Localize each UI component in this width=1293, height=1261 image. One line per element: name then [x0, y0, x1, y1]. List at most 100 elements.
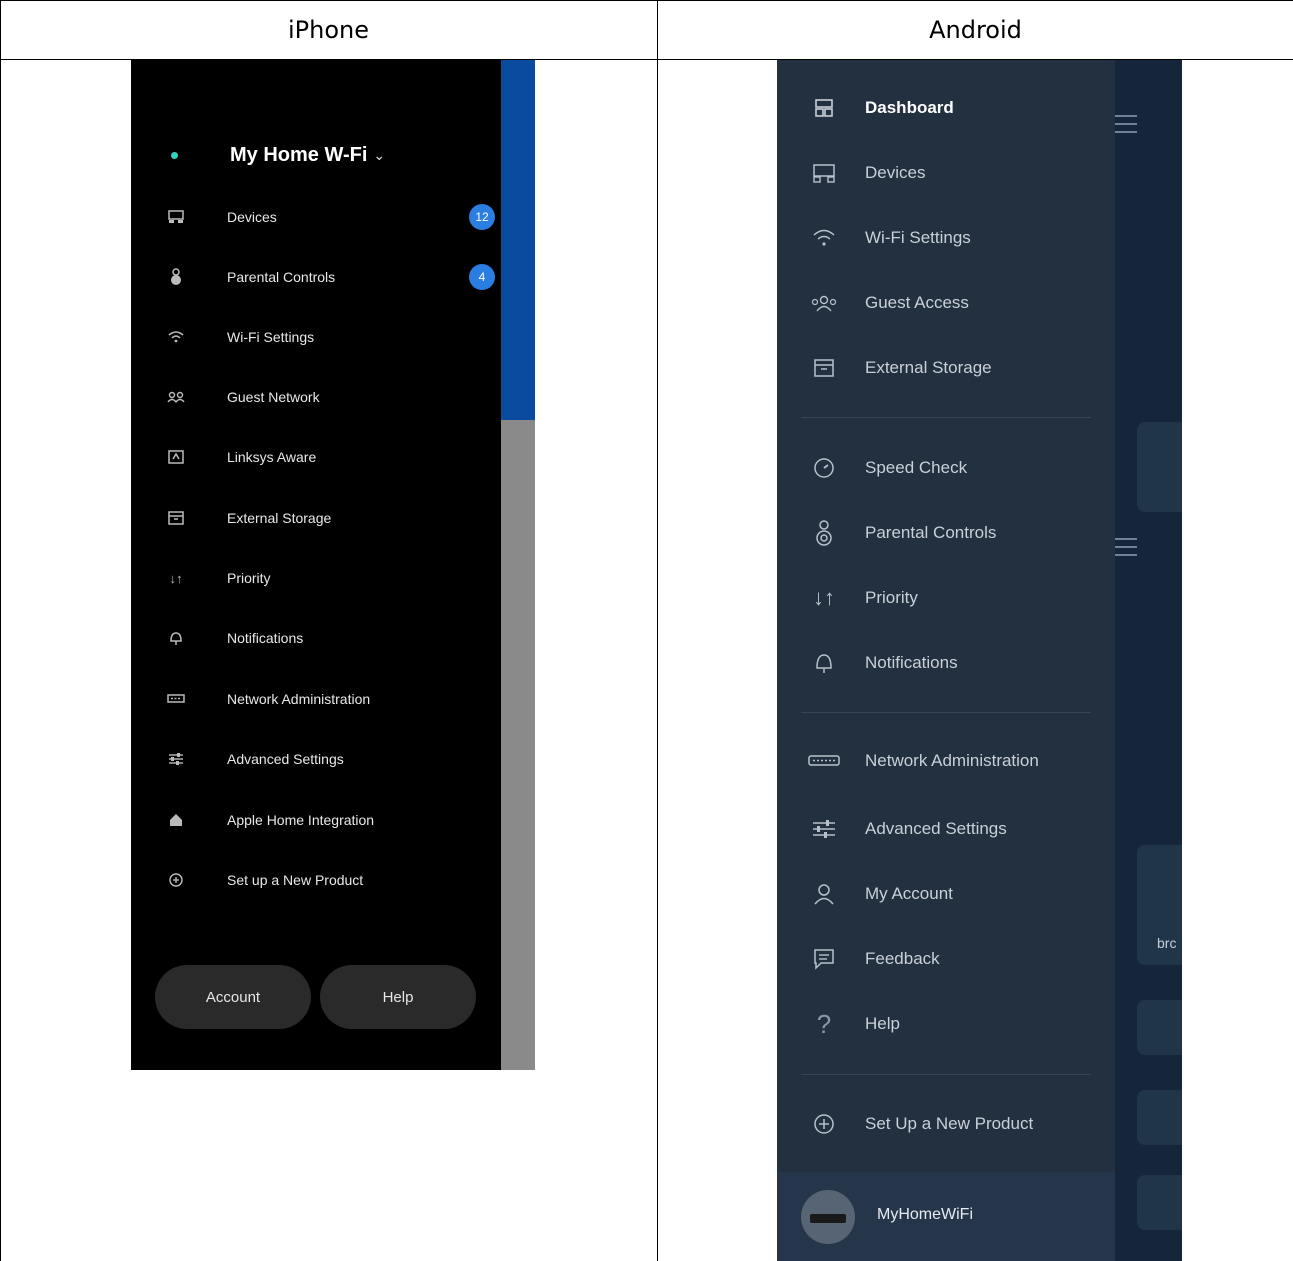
- background-app-content: brc: [1107, 60, 1182, 1261]
- devices-icon: [165, 206, 187, 228]
- menu-item-devices[interactable]: Devices: [807, 153, 1107, 193]
- advanced-settings-icon: [165, 748, 187, 770]
- iphone-menu-drawer: My Home W-Fi ⌄ Devices 12 Parental Contr…: [131, 60, 501, 1070]
- background-app-strip: [501, 60, 535, 420]
- menu-item-label: Guest Network: [227, 389, 320, 405]
- menu-item-label: Advanced Settings: [227, 751, 344, 767]
- menu-item-linksys-aware[interactable]: Linksys Aware: [165, 442, 495, 472]
- network-admin-icon: [165, 688, 187, 710]
- router-avatar: [801, 1190, 855, 1244]
- menu-item-label: Priority: [865, 588, 918, 607]
- background-card: [1137, 1090, 1182, 1145]
- dashboard-icon: [807, 91, 841, 125]
- menu-item-label: Network Administration: [865, 751, 1039, 770]
- menu-item-wifi-settings[interactable]: Wi-Fi Settings: [165, 322, 495, 352]
- speed-check-icon: [807, 451, 841, 485]
- menu-item-notifications[interactable]: Notifications: [165, 623, 495, 653]
- background-card: [1137, 422, 1182, 512]
- menu-item-label: Notifications: [227, 630, 304, 646]
- menu-item-label: Set up a New Product: [227, 872, 364, 888]
- menu-item-wifi-settings[interactable]: Wi-Fi Settings: [807, 218, 1107, 258]
- divider: [801, 1074, 1091, 1075]
- menu-item-label: External Storage: [865, 358, 992, 377]
- column-header-android: Android: [929, 16, 1022, 44]
- menu-item-external-storage[interactable]: External Storage: [165, 503, 495, 533]
- network-name: My Home W-Fi: [230, 144, 368, 166]
- menu-item-priority[interactable]: ↓↑ Priority: [165, 563, 495, 593]
- notifications-icon: [165, 627, 187, 649]
- menu-item-label: Help: [865, 1014, 900, 1033]
- menu-item-dashboard[interactable]: Dashboard: [807, 88, 1107, 128]
- menu-item-label: Devices: [227, 209, 277, 225]
- background-card-text: brc: [1157, 935, 1177, 951]
- menu-item-apple-home-integration[interactable]: Apple Home Integration: [165, 805, 495, 835]
- menu-item-set-up-new-product[interactable]: Set up a New Product: [165, 865, 495, 895]
- network-admin-icon: [807, 744, 841, 778]
- menu-item-label: Parental Controls: [865, 523, 997, 542]
- android-screenshot: brc Dashboard Devices Wi-Fi Settings Gue…: [777, 60, 1182, 1261]
- menu-item-parental-controls[interactable]: Parental Controls: [807, 513, 1107, 553]
- menu-item-network-administration[interactable]: Network Administration: [807, 741, 1107, 781]
- parental-controls-icon: [165, 266, 187, 288]
- menu-item-guest-network[interactable]: Guest Network: [165, 382, 495, 412]
- menu-item-advanced-settings[interactable]: Advanced Settings: [165, 744, 495, 774]
- add-product-icon: [165, 869, 187, 891]
- menu-item-speed-check[interactable]: Speed Check: [807, 448, 1107, 488]
- menu-item-label: External Storage: [227, 510, 332, 526]
- router-image: [810, 1214, 846, 1223]
- feedback-icon: [807, 942, 841, 976]
- advanced-settings-icon: [807, 812, 841, 846]
- priority-icon: ↓↑: [813, 585, 835, 610]
- menu-item-label: Advanced Settings: [865, 819, 1007, 838]
- menu-item-label: Priority: [227, 570, 271, 586]
- android-menu-drawer: Dashboard Devices Wi-Fi Settings Guest A…: [777, 60, 1115, 1261]
- iphone-screenshot: My Home W-Fi ⌄ Devices 12 Parental Contr…: [131, 60, 535, 1070]
- menu-item-my-account[interactable]: My Account: [807, 874, 1107, 914]
- menu-item-label: Wi-Fi Settings: [227, 329, 315, 345]
- guest-network-icon: [165, 386, 187, 408]
- network-selector[interactable]: My Home W-Fi ⌄: [171, 144, 385, 167]
- parental-controls-icon: [807, 516, 841, 550]
- account-button[interactable]: Account: [155, 965, 311, 1029]
- add-product-icon: [807, 1107, 841, 1141]
- menu-item-label: Network Administration: [227, 691, 371, 707]
- count-badge: 12: [469, 204, 495, 230]
- menu-item-label: My Account: [865, 884, 953, 903]
- menu-item-feedback[interactable]: Feedback: [807, 939, 1107, 979]
- menu-item-priority[interactable]: ↓↑ Priority: [807, 578, 1107, 618]
- network-name: MyHomeWiFi: [877, 1206, 973, 1223]
- menu-item-guest-access[interactable]: Guest Access: [807, 283, 1107, 323]
- menu-item-label: Feedback: [865, 949, 940, 968]
- priority-icon: ↓↑: [169, 570, 183, 586]
- menu-item-external-storage[interactable]: External Storage: [807, 348, 1107, 388]
- notifications-icon: [807, 646, 841, 680]
- linksys-aware-icon: [165, 446, 187, 468]
- menu-item-help[interactable]: ? Help: [807, 1004, 1107, 1044]
- guest-access-icon: [807, 286, 841, 320]
- menu-item-set-up-new-product[interactable]: Set Up a New Product: [807, 1104, 1107, 1144]
- menu-item-label: Apple Home Integration: [227, 812, 375, 828]
- menu-item-label: Dashboard: [865, 98, 954, 117]
- menu-item-label: Devices: [865, 163, 926, 182]
- apple-home-icon: [165, 809, 187, 831]
- background-app-strip-dimmed: [501, 420, 535, 1070]
- wifi-icon: [807, 221, 841, 255]
- divider: [801, 417, 1091, 418]
- wifi-icon: [165, 326, 187, 348]
- external-storage-icon: [807, 351, 841, 385]
- menu-item-advanced-settings[interactable]: Advanced Settings: [807, 809, 1107, 849]
- menu-item-label: Notifications: [865, 653, 958, 672]
- devices-icon: [807, 156, 841, 190]
- divider: [801, 712, 1091, 713]
- count-badge: 4: [469, 264, 495, 290]
- chevron-down-icon: ⌄: [373, 147, 386, 163]
- status-dot-icon: [171, 152, 178, 159]
- help-button[interactable]: Help: [320, 965, 476, 1029]
- menu-item-notifications[interactable]: Notifications: [807, 643, 1107, 683]
- menu-item-label: Guest Access: [865, 293, 969, 312]
- menu-item-parental-controls[interactable]: Parental Controls 4: [165, 262, 495, 292]
- table-column-divider: [657, 0, 658, 1261]
- menu-item-label: Set Up a New Product: [865, 1114, 1034, 1133]
- menu-item-devices[interactable]: Devices 12: [165, 202, 495, 232]
- menu-item-network-administration[interactable]: Network Administration: [165, 684, 495, 714]
